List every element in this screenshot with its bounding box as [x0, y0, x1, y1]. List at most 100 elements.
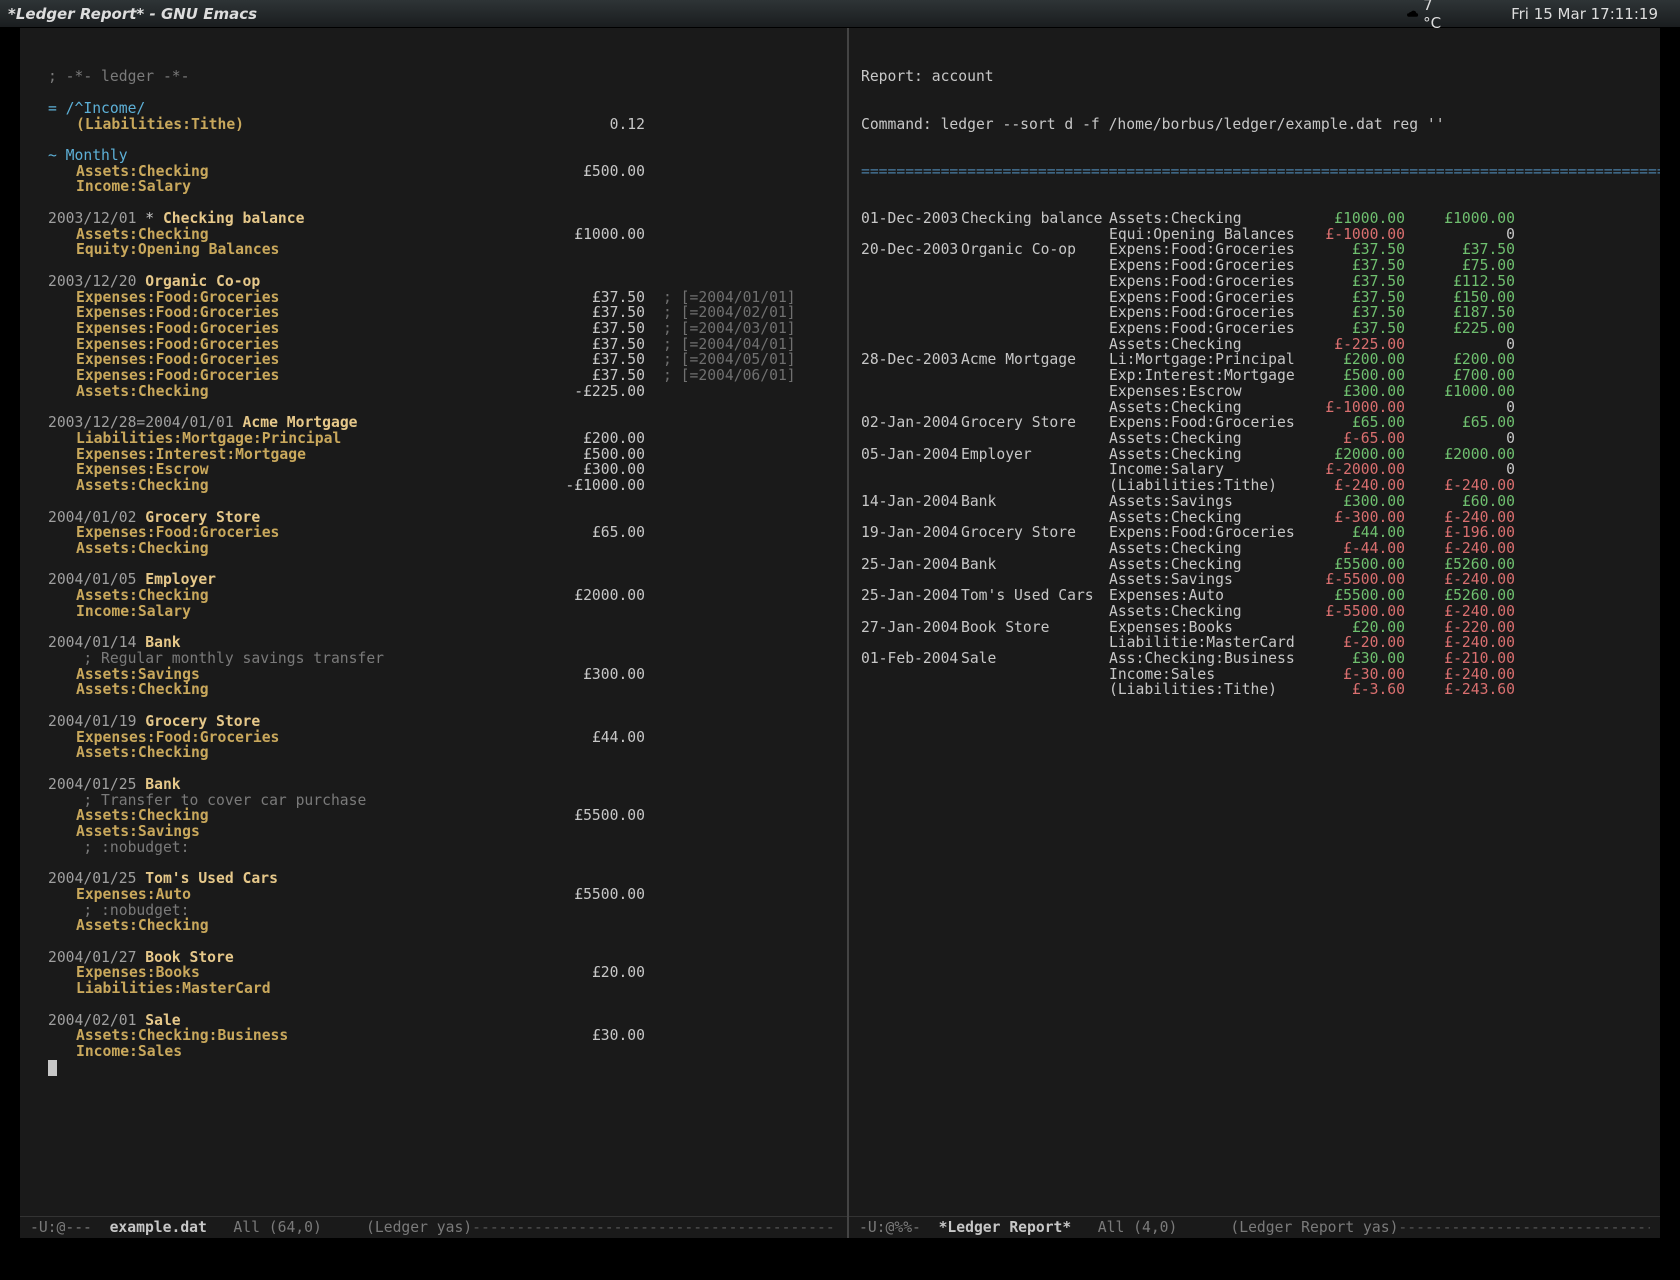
report-row: Expens:Food:Groceries£37.50£112.50: [861, 274, 1648, 290]
report-row: Expens:Food:Groceries£37.50£75.00: [861, 258, 1648, 274]
source-line[interactable]: ; :nobudget:: [48, 903, 835, 919]
source-line[interactable]: Assets:Checking: [48, 745, 835, 761]
modeline-prefix: -U:@%%-: [859, 1220, 939, 1236]
source-line[interactable]: [48, 997, 835, 1013]
source-line[interactable]: [48, 494, 835, 510]
source-line[interactable]: [48, 761, 835, 777]
report-pane[interactable]: Report: account Command: ledger --sort d…: [847, 28, 1660, 1238]
source-line[interactable]: Expenses:Escrow£300.00: [48, 462, 835, 478]
report-row: Assets:Checking£-1000.000: [861, 400, 1648, 416]
source-line[interactable]: [48, 132, 835, 148]
report-row: 01-Dec-2003Checking balanceAssets:Checki…: [861, 211, 1648, 227]
report-row: 14-Jan-2004BankAssets:Savings£300.00£60.…: [861, 494, 1648, 510]
modeline-fill: ----------------------------------------…: [1398, 1220, 1650, 1236]
source-line[interactable]: Liabilities:Mortgage:Principal£200.00: [48, 431, 835, 447]
report-row: Assets:Checking£-300.00£-240.00: [861, 510, 1648, 526]
report-rule: ========================================…: [861, 164, 1648, 180]
source-line[interactable]: Assets:Checking£5500.00: [48, 808, 835, 824]
clock[interactable]: Fri 15 Mar 17:11:19: [1511, 5, 1658, 23]
source-line[interactable]: [48, 698, 835, 714]
source-line[interactable]: Expenses:Food:Groceries£37.50; [=2004/01…: [48, 290, 835, 306]
source-line[interactable]: Equity:Opening Balances: [48, 242, 835, 258]
source-line[interactable]: [48, 195, 835, 211]
source-line[interactable]: [48, 934, 835, 950]
source-line[interactable]: 2004/01/05 Employer: [48, 572, 835, 588]
report-content: 01-Dec-2003Checking balanceAssets:Checki…: [861, 211, 1648, 698]
source-line[interactable]: 2004/02/01 Sale: [48, 1013, 835, 1029]
source-line[interactable]: Income:Salary: [48, 179, 835, 195]
source-line[interactable]: ; Regular monthly savings transfer: [48, 651, 835, 667]
report-row: Assets:Checking£-5500.00£-240.00: [861, 604, 1648, 620]
report-row: Income:Salary£-2000.000: [861, 462, 1648, 478]
cursor: [48, 1060, 57, 1076]
source-line[interactable]: Expenses:Food:Groceries£37.50; [=2004/05…: [48, 352, 835, 368]
source-line[interactable]: [48, 1060, 835, 1076]
source-line[interactable]: Expenses:Books£20.00: [48, 965, 835, 981]
source-line[interactable]: Expenses:Food:Groceries£37.50; [=2004/06…: [48, 368, 835, 384]
source-line[interactable]: Liabilities:MasterCard: [48, 981, 835, 997]
source-line[interactable]: 2003/12/01 * Checking balance: [48, 211, 835, 227]
source-line[interactable]: Expenses:Food:Groceries£65.00: [48, 525, 835, 541]
source-line[interactable]: Assets:Savings£300.00: [48, 667, 835, 683]
source-line[interactable]: 2004/01/25 Bank: [48, 777, 835, 793]
report-row: 19-Jan-2004Grocery StoreExpens:Food:Groc…: [861, 525, 1648, 541]
modeline-prefix: -U:@---: [30, 1220, 110, 1236]
source-line[interactable]: Assets:Checking-£1000.00: [48, 478, 835, 494]
source-line[interactable]: [48, 620, 835, 636]
report-row: 20-Dec-2003Organic Co-opExpens:Food:Groc…: [861, 242, 1648, 258]
source-line[interactable]: Assets:Savings: [48, 824, 835, 840]
source-line[interactable]: Assets:Checking: [48, 682, 835, 698]
source-line[interactable]: [48, 400, 835, 416]
source-line[interactable]: 2004/01/02 Grocery Store: [48, 510, 835, 526]
source-line[interactable]: Assets:Checking: [48, 541, 835, 557]
weather-temp: 7 °C: [1423, 0, 1441, 32]
source-line[interactable]: Assets:Checking£1000.00: [48, 227, 835, 243]
report-row: 01-Feb-2004SaleAss:Checking:Business£30.…: [861, 651, 1648, 667]
source-line[interactable]: Income:Salary: [48, 604, 835, 620]
source-line[interactable]: Expenses:Food:Groceries£37.50; [=2004/02…: [48, 305, 835, 321]
modeline-buffer: *Ledger Report*: [939, 1220, 1072, 1236]
source-line[interactable]: ~ Monthly: [48, 148, 835, 164]
source-line[interactable]: Expenses:Interest:Mortgage£500.00: [48, 447, 835, 463]
source-line[interactable]: = /^Income/: [48, 101, 835, 117]
source-line[interactable]: 2004/01/14 Bank: [48, 635, 835, 651]
modeline-position: All (4,0) (Ledger Report yas): [1071, 1220, 1398, 1236]
source-line[interactable]: [48, 258, 835, 274]
source-line[interactable]: ; :nobudget:: [48, 840, 835, 856]
source-pane[interactable]: ; -*- ledger -*- = /^Income/(Liabilities…: [20, 28, 847, 1238]
source-line[interactable]: 2004/01/19 Grocery Store: [48, 714, 835, 730]
report-row: 25-Jan-2004BankAssets:Checking£5500.00£5…: [861, 557, 1648, 573]
emacs-frame: ; -*- ledger -*- = /^Income/(Liabilities…: [20, 28, 1660, 1238]
report-row: 27-Jan-2004Book StoreExpenses:Books£20.0…: [861, 620, 1648, 636]
source-line[interactable]: 2004/01/25 Tom's Used Cars: [48, 871, 835, 887]
source-line[interactable]: 2003/12/28=2004/01/01 Acme Mortgage: [48, 415, 835, 431]
source-line[interactable]: Assets:Checking£500.00: [48, 164, 835, 180]
report-row: Liabilitie:MasterCard£-20.00£-240.00: [861, 635, 1648, 651]
source-line[interactable]: Assets:Checking£2000.00: [48, 588, 835, 604]
report-row: Assets:Checking£-44.00£-240.00: [861, 541, 1648, 557]
source-line[interactable]: Assets:Checking:Business£30.00: [48, 1028, 835, 1044]
source-line[interactable]: ; Transfer to cover car purchase: [48, 793, 835, 809]
source-content[interactable]: ; -*- ledger -*- = /^Income/(Liabilities…: [48, 69, 835, 1075]
source-line[interactable]: Expenses:Food:Groceries£37.50; [=2004/04…: [48, 337, 835, 353]
report-row: 28-Dec-2003Acme MortgageLi:Mortgage:Prin…: [861, 352, 1648, 368]
report-row: Expens:Food:Groceries£37.50£225.00: [861, 321, 1648, 337]
source-line[interactable]: Expenses:Food:Groceries£44.00: [48, 730, 835, 746]
modeline-buffer: example.dat: [110, 1220, 207, 1236]
source-line[interactable]: Assets:Checking-£225.00: [48, 384, 835, 400]
source-line[interactable]: [48, 557, 835, 573]
source-line[interactable]: [48, 85, 835, 101]
report-header-2: Command: ledger --sort d -f /home/borbus…: [861, 117, 1648, 133]
report-row: Assets:Checking£-225.000: [861, 337, 1648, 353]
source-line[interactable]: Assets:Checking: [48, 918, 835, 934]
source-line[interactable]: Expenses:Auto£5500.00: [48, 887, 835, 903]
weather-indicator[interactable]: 7 °C: [1405, 0, 1441, 32]
source-line[interactable]: [48, 855, 835, 871]
source-line[interactable]: (Liabilities:Tithe)0.12: [48, 117, 835, 133]
source-line[interactable]: Income:Sales: [48, 1044, 835, 1060]
source-line[interactable]: 2004/01/27 Book Store: [48, 950, 835, 966]
source-line[interactable]: ; -*- ledger -*-: [48, 69, 835, 85]
source-line[interactable]: Expenses:Food:Groceries£37.50; [=2004/03…: [48, 321, 835, 337]
source-line[interactable]: 2003/12/20 Organic Co-op: [48, 274, 835, 290]
report-row: Expenses:Escrow£300.00£1000.00: [861, 384, 1648, 400]
